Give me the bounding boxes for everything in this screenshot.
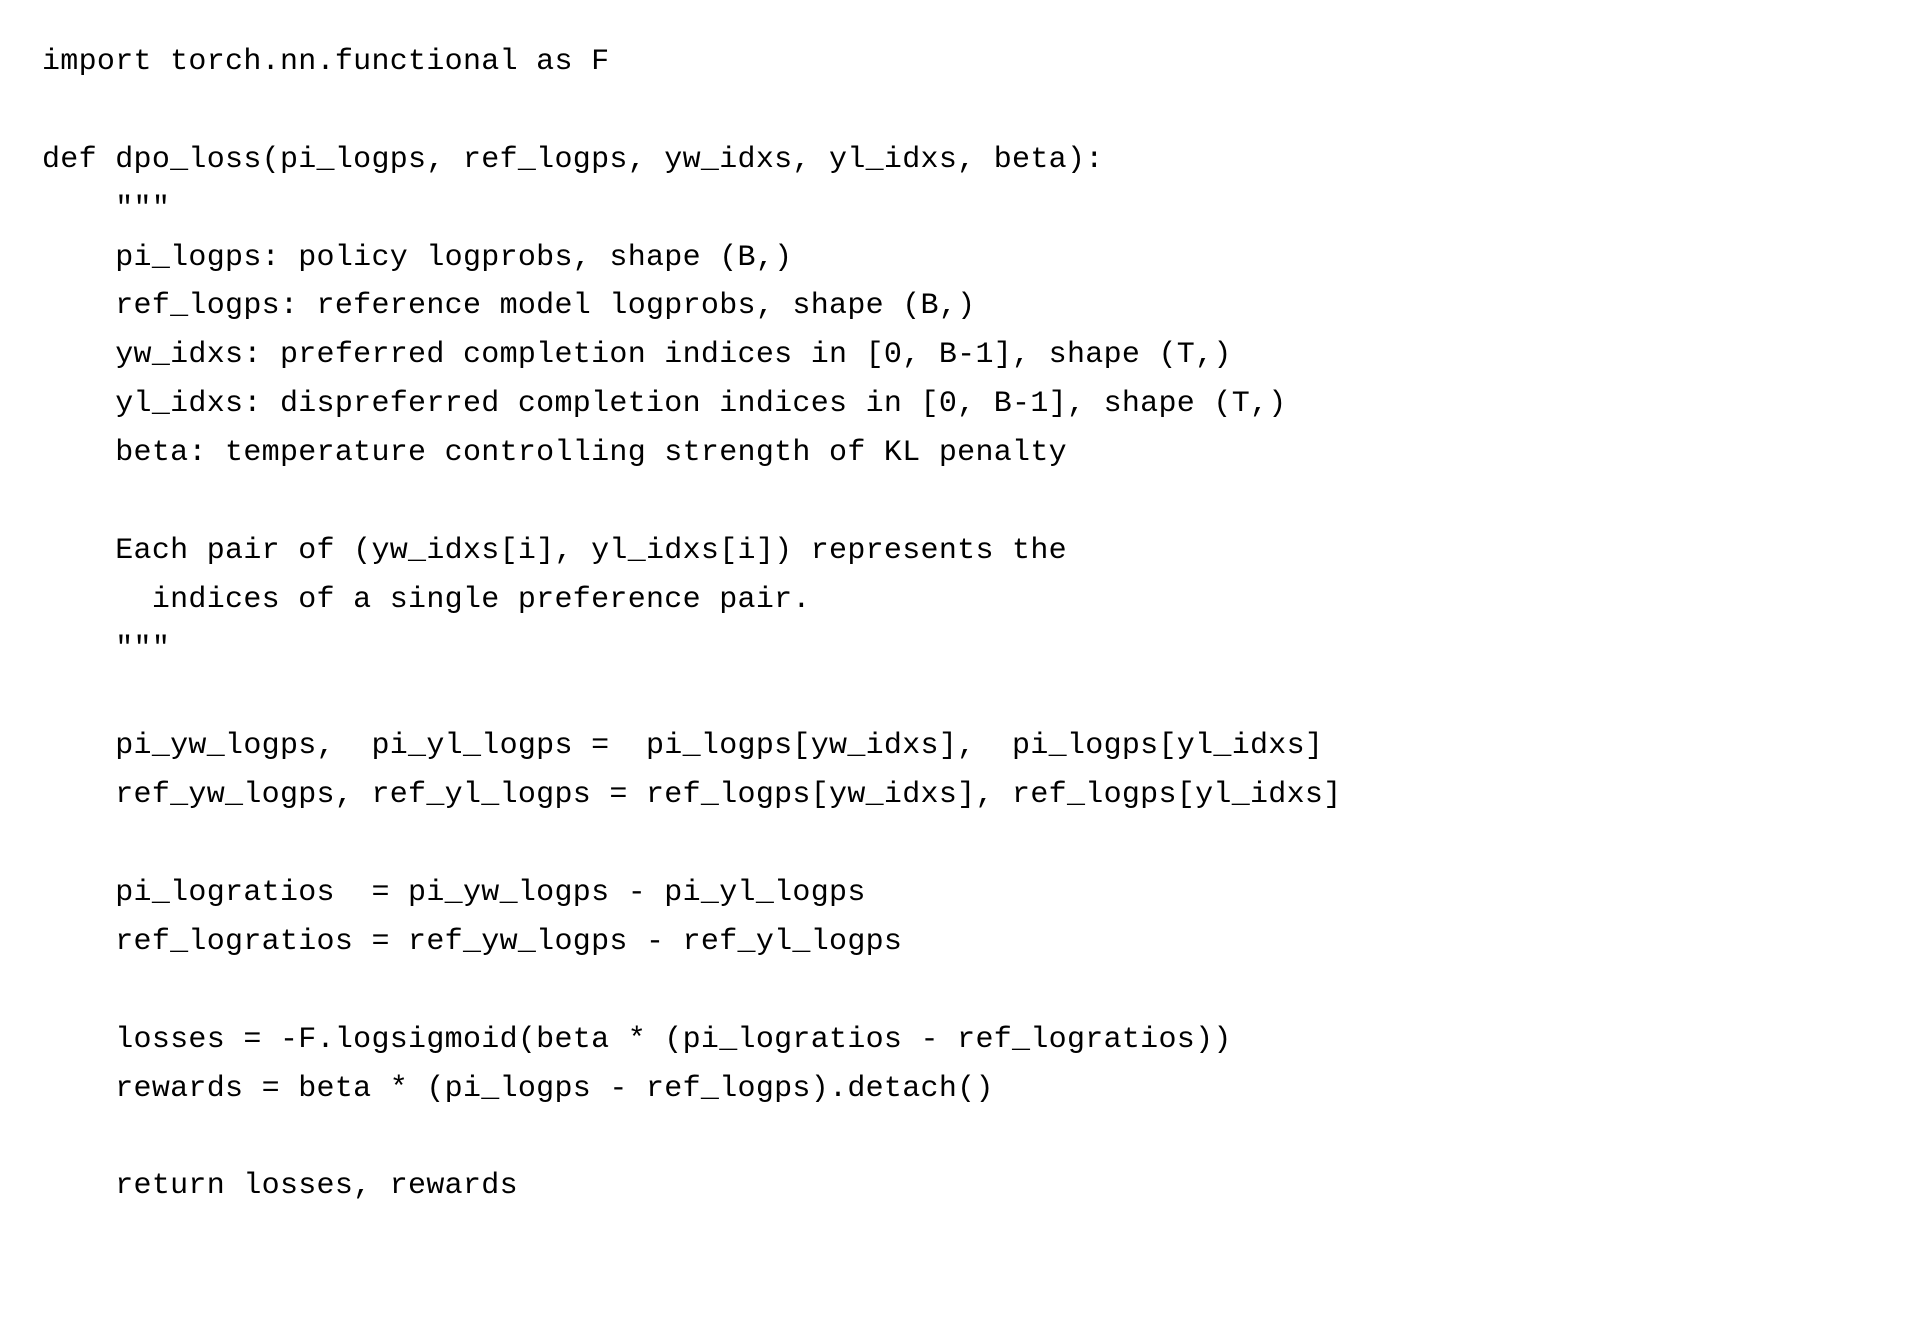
code-line: Each pair of (yw_idxs[i], yl_idxs[i]) re… [42, 527, 1878, 576]
code-block: import torch.nn.functional as F def dpo_… [42, 38, 1878, 1211]
code-line: ref_logratios = ref_yw_logps - ref_yl_lo… [42, 918, 1878, 967]
code-line [42, 820, 1878, 869]
code-line: pi_logps: policy logprobs, shape (B,) [42, 234, 1878, 283]
code-line [42, 87, 1878, 136]
code-line: indices of a single preference pair. [42, 576, 1878, 625]
code-line: return losses, rewards [42, 1162, 1878, 1211]
code-line: import torch.nn.functional as F [42, 38, 1878, 87]
code-line: """ [42, 625, 1878, 674]
code-line: pi_logratios = pi_yw_logps - pi_yl_logps [42, 869, 1878, 918]
code-line: ref_yw_logps, ref_yl_logps = ref_logps[y… [42, 771, 1878, 820]
code-line: ref_logps: reference model logprobs, sha… [42, 282, 1878, 331]
code-line: beta: temperature controlling strength o… [42, 429, 1878, 478]
code-line [42, 478, 1878, 527]
code-line: pi_yw_logps, pi_yl_logps = pi_logps[yw_i… [42, 722, 1878, 771]
code-line: def dpo_loss(pi_logps, ref_logps, yw_idx… [42, 136, 1878, 185]
code-line: """ [42, 185, 1878, 234]
code-line: yw_idxs: preferred completion indices in… [42, 331, 1878, 380]
code-line [42, 674, 1878, 723]
code-line: losses = -F.logsigmoid(beta * (pi_lograt… [42, 1016, 1878, 1065]
code-line [42, 967, 1878, 1016]
code-line: rewards = beta * (pi_logps - ref_logps).… [42, 1065, 1878, 1114]
code-line: yl_idxs: dispreferred completion indices… [42, 380, 1878, 429]
code-line [42, 1114, 1878, 1163]
